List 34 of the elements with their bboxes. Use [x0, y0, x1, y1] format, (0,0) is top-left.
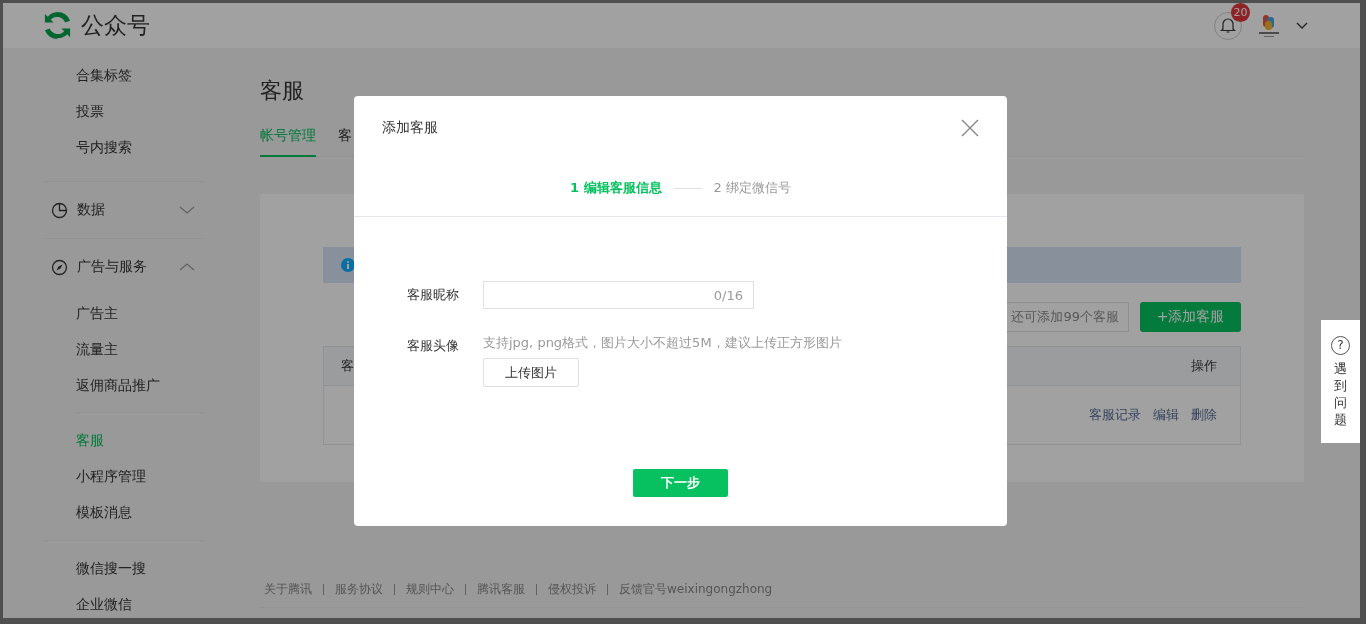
sidebar-item[interactable]: 小程序管理: [76, 458, 204, 494]
upload-button[interactable]: 上传图片: [483, 358, 579, 387]
avatar-icon[interactable]: [1256, 12, 1282, 39]
sidebar-item[interactable]: 企业微信: [44, 586, 204, 618]
sidebar-item[interactable]: 广告主: [44, 295, 204, 331]
logo-icon: [42, 10, 73, 41]
chevron-down-icon[interactable]: [1296, 21, 1308, 30]
sidebar-section-title[interactable]: 数据: [77, 201, 179, 219]
sidebar-item[interactable]: 号内搜索: [44, 129, 204, 165]
step-label: 2 绑定微信号: [713, 179, 791, 197]
page-title: 客服: [260, 77, 305, 105]
sidebar-item[interactable]: 返佣商品推广: [44, 367, 204, 403]
compass-icon: [51, 258, 68, 276]
help-label[interactable]: 遇到问题: [1334, 361, 1347, 429]
close-icon[interactable]: [961, 119, 979, 137]
notification-badge: 20: [1231, 3, 1250, 22]
sidebar-section-title[interactable]: 广告与服务: [77, 258, 179, 276]
action-link[interactable]: 删除: [1191, 407, 1217, 422]
action-link[interactable]: 编辑: [1153, 407, 1179, 422]
sidebar-item[interactable]: 模板消息: [76, 494, 204, 530]
step-label: 1 编辑客服信息: [570, 179, 662, 197]
pie-chart-icon: [51, 201, 68, 219]
tab[interactable]: 客: [338, 116, 352, 157]
sidebar-item[interactable]: 流量主: [44, 331, 204, 367]
logo-text: 公众号: [81, 11, 150, 40]
bell-icon: [1220, 17, 1236, 34]
sidebar-item[interactable]: 合集标签: [44, 57, 204, 93]
sidebar-item[interactable]: 投票: [44, 93, 204, 129]
chevron-up-icon[interactable]: [179, 263, 195, 271]
field-label: 客服昵称: [406, 286, 459, 304]
character-counter: 0/16: [713, 287, 743, 303]
dialog-title: 添加客服: [382, 119, 439, 137]
sidebar-item[interactable]: 微信搜一搜: [44, 550, 204, 586]
action-link[interactable]: 客服记录: [1089, 407, 1141, 422]
